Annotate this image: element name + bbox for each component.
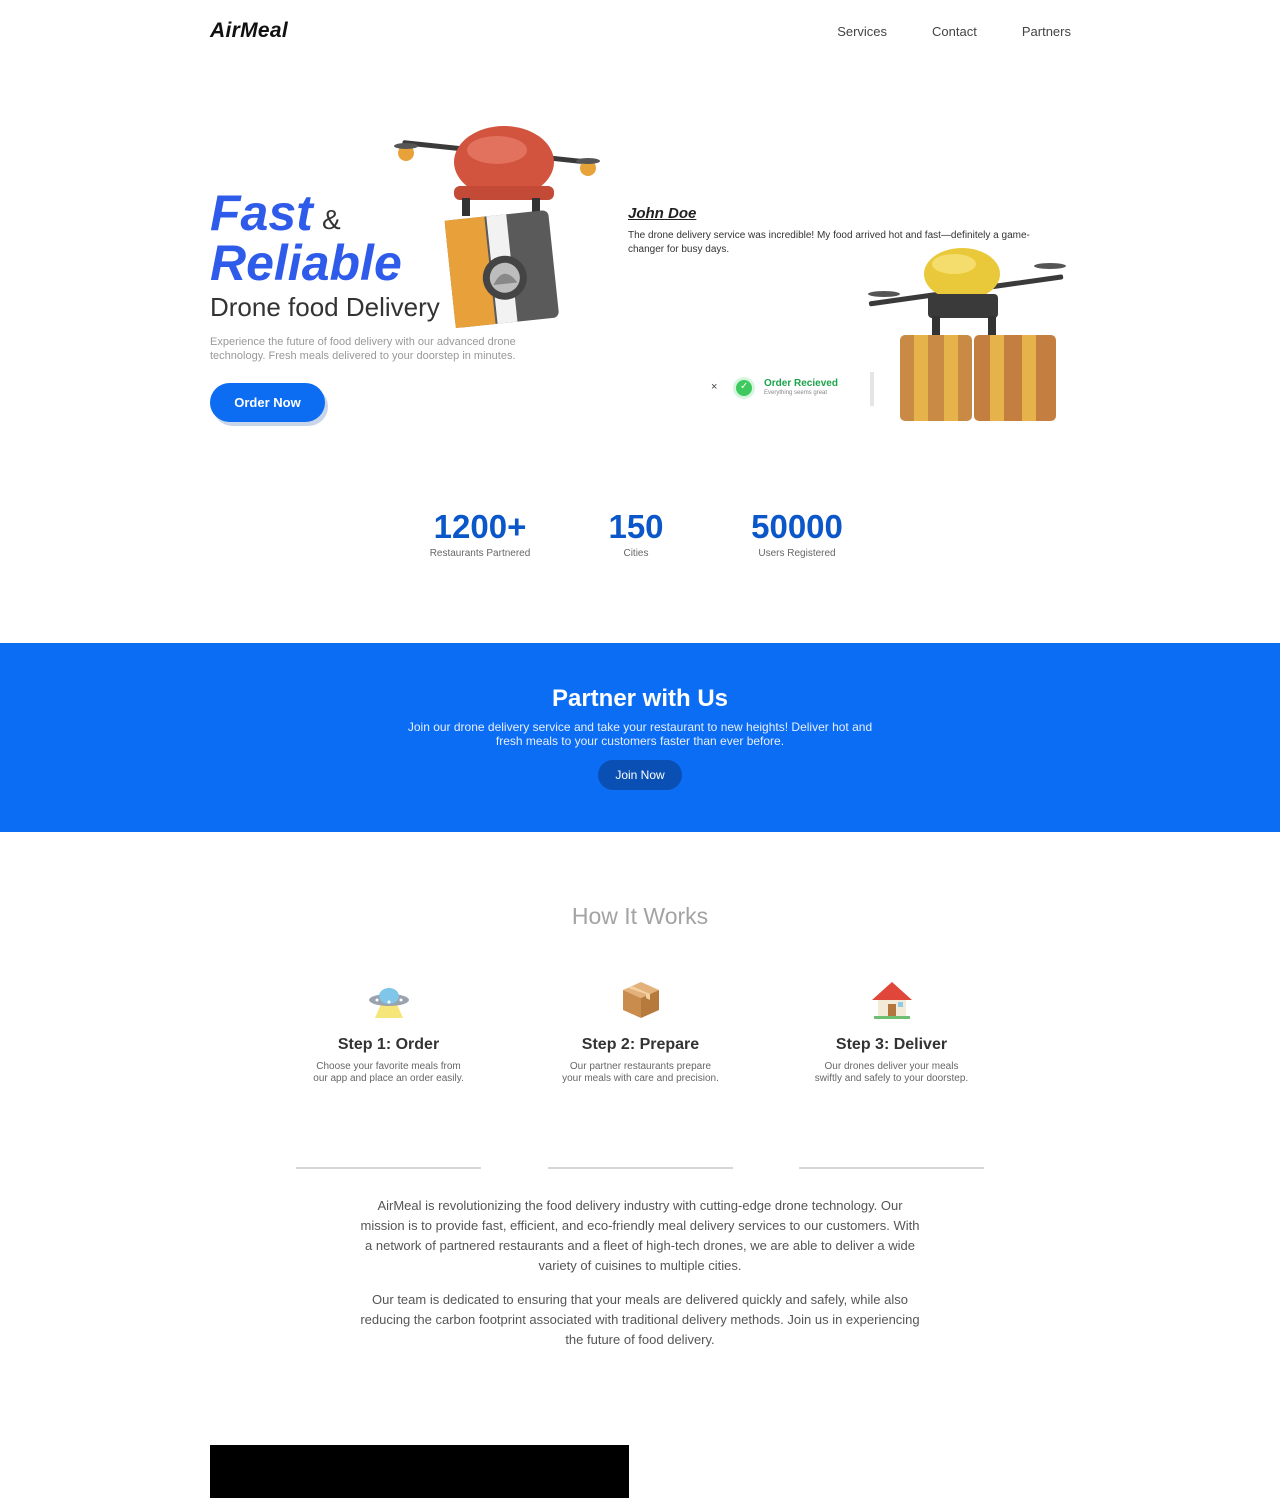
order-now-button[interactable]: Order Now — [210, 383, 325, 422]
how-it-works-title: How It Works — [571, 903, 709, 929]
hero-title-reliable: Reliable — [210, 235, 402, 291]
stat-label: Cities — [623, 548, 649, 559]
delivery-drone-image — [394, 126, 600, 329]
join-now-button[interactable]: Join Now — [598, 760, 682, 790]
step-deliver: Step 3: Deliver Our drones deliver your … — [799, 978, 984, 1085]
step-title: Step 2: Prepare — [581, 1036, 700, 1053]
hero-title-fast: Fast — [210, 185, 313, 241]
divider — [296, 1167, 481, 1169]
top-nav: AirMeal Services Contact Partners — [0, 0, 1280, 64]
package-icon — [622, 982, 659, 1018]
cargo-drone-image — [868, 248, 1066, 421]
stat-users: 50000 Users Registered — [736, 508, 858, 559]
stat-label: Users Registered — [758, 548, 836, 559]
stat-restaurants: 1200+ Restaurants Partnered — [420, 508, 540, 559]
stat-cities: 150 Cities — [596, 508, 676, 559]
close-icon[interactable]: × — [711, 381, 717, 393]
order-received-toast: × Order Recieved Everything seems great — [706, 372, 876, 406]
stat-label: Restaurants Partnered — [429, 548, 531, 559]
step-prepare: Step 2: Prepare Our partner restaurants … — [548, 978, 733, 1085]
divider — [548, 1167, 733, 1169]
step-title: Step 1: Order — [337, 1036, 440, 1053]
about-paragraph-1: AirMeal is revolutionizing the food deli… — [360, 1198, 920, 1273]
check-circle-icon — [736, 380, 752, 396]
video-player[interactable] — [210, 1445, 629, 1498]
nav-link-partners[interactable]: Partners — [1022, 24, 1071, 39]
ufo-icon — [368, 988, 409, 1018]
partner-description: Join our drone delivery service and take… — [407, 720, 873, 748]
about-paragraph-2: Our team is dedicated to ensuring that y… — [360, 1292, 920, 1347]
hero-description: Experience the future of food delivery w… — [210, 336, 516, 362]
stat-value: 1200+ — [433, 508, 527, 545]
step-order: Step 1: Order Choose your favorite meals… — [296, 978, 481, 1085]
nav-link-services[interactable]: Services — [837, 24, 887, 39]
hero-title-ampersand: & — [322, 204, 341, 235]
toast-subtitle: Everything seems great — [764, 390, 828, 396]
stat-value: 50000 — [751, 508, 843, 545]
toast-title: Order Recieved — [764, 378, 838, 389]
nav-link-contact[interactable]: Contact — [932, 24, 977, 39]
partner-section: Partner with Us Join our drone delivery … — [0, 643, 1280, 832]
partner-title: Partner with Us — [551, 685, 729, 712]
testimonial-author: John Doe — [628, 205, 697, 222]
step-title: Step 3: Deliver — [835, 1036, 948, 1053]
toast-accent-bar — [870, 372, 874, 406]
step-description: Our partner restaurants prepare your mea… — [562, 1061, 719, 1084]
logo[interactable]: AirMeal — [210, 19, 288, 43]
stat-value: 150 — [608, 508, 664, 545]
step-description: Choose your favorite meals from our app … — [313, 1061, 464, 1084]
divider — [799, 1167, 984, 1169]
house-icon — [871, 982, 912, 1019]
nav-links: Services Contact Partners — [837, 24, 1071, 39]
step-description: Our drones deliver your meals swiftly an… — [814, 1061, 969, 1084]
